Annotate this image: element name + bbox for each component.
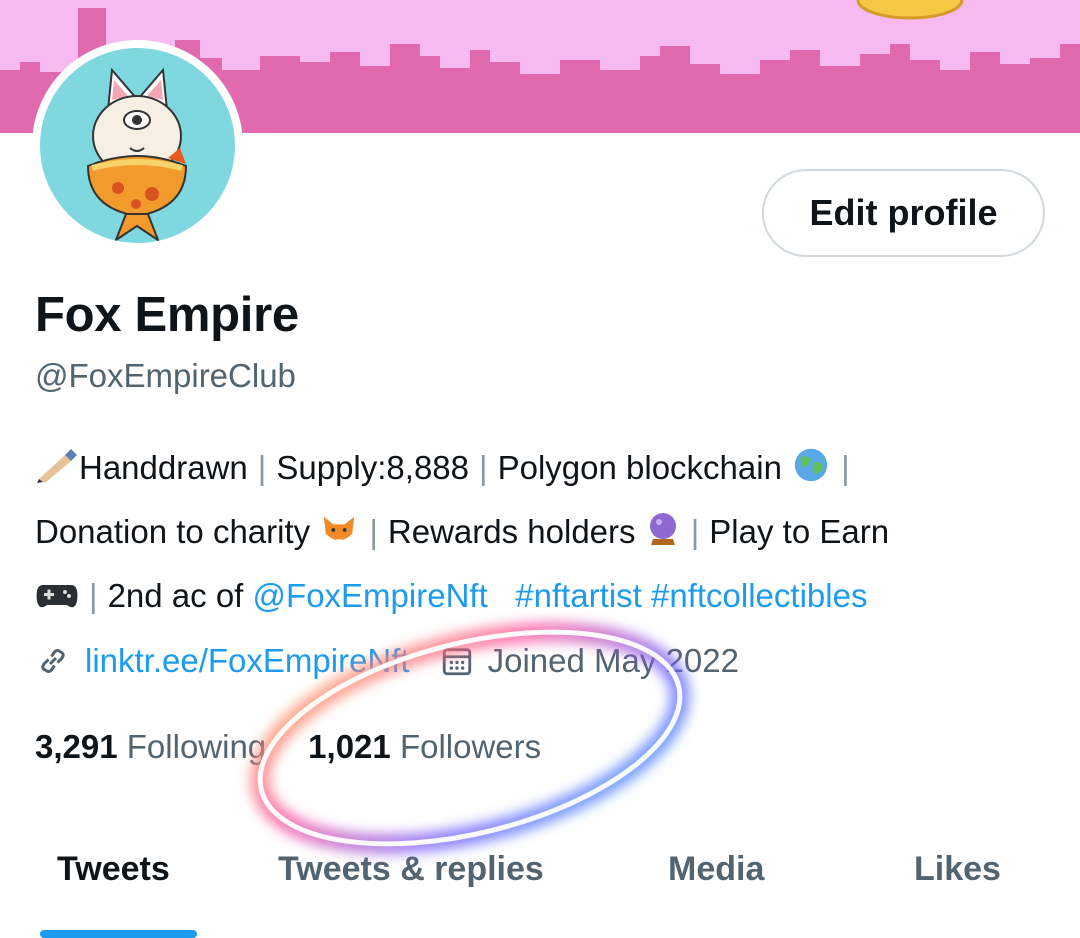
profile-bio: Handdrawn | Supply:8,888 | Polygon blockchai… bbox=[35, 438, 1055, 630]
calendar-icon bbox=[440, 644, 474, 678]
fox-emoji-icon bbox=[319, 506, 359, 566]
bio-separator: | bbox=[841, 449, 850, 486]
bio-line-1: Handdrawn | Supply:8,888 | Polygon blockchai… bbox=[35, 438, 1055, 502]
bio-separator: | bbox=[479, 449, 488, 486]
bio-donation: Donation to charity bbox=[35, 513, 311, 550]
followers-link[interactable]: 1,021 Followers bbox=[308, 728, 541, 765]
bio-separator: | bbox=[89, 577, 98, 614]
following-count: 3,291 bbox=[35, 728, 118, 765]
edit-profile-button[interactable]: Edit profile bbox=[762, 169, 1045, 257]
bio-play-to-earn: Play to Earn bbox=[709, 513, 890, 550]
bio-separator: | bbox=[690, 513, 700, 550]
bio-supply: Supply:8,888 bbox=[276, 449, 470, 486]
follow-stats: 3,291 Following 1,021 Followers bbox=[35, 728, 541, 766]
joined-date: Joined May 2022 bbox=[487, 642, 739, 679]
profile-meta: linktr.ee/FoxEmpireNft Joined May 2022 bbox=[35, 642, 739, 680]
bio-line-3: | 2nd ac of @FoxEmpireNft #nftartist #nft… bbox=[35, 566, 1055, 630]
bio-second-account: 2nd ac of bbox=[107, 577, 253, 614]
profile-website-link[interactable]: linktr.ee/FoxEmpireNft bbox=[85, 642, 410, 680]
followers-label: Followers bbox=[399, 728, 542, 765]
bio-line-2: Donation to charity | Rewards holders | Pl… bbox=[35, 502, 1055, 566]
bio-polygon: Polygon blockchain bbox=[497, 449, 782, 486]
crystal-ball-emoji-icon bbox=[645, 506, 681, 566]
tab-tweets[interactable]: Tweets bbox=[57, 850, 170, 889]
profile-handle: @FoxEmpireClub bbox=[35, 357, 296, 394]
tab-likes[interactable]: Likes bbox=[914, 850, 1001, 889]
bio-handdrawn: Handdrawn bbox=[79, 449, 248, 486]
active-tab-indicator bbox=[40, 930, 197, 938]
bio-mention-link[interactable]: @FoxEmpireNft bbox=[253, 577, 488, 614]
bio-hashtag-nftartist[interactable]: #nftartist bbox=[515, 577, 642, 614]
gamepad-emoji-icon bbox=[35, 570, 79, 630]
pen-emoji-icon bbox=[35, 442, 79, 502]
following-label: Following bbox=[126, 728, 267, 765]
link-icon bbox=[35, 643, 71, 679]
bio-separator: | bbox=[257, 449, 267, 486]
profile-tabs: Tweets Tweets & replies Media Likes bbox=[0, 850, 1080, 938]
bio-separator: | bbox=[369, 513, 378, 550]
following-link[interactable]: 3,291 Following bbox=[35, 728, 266, 765]
tab-media[interactable]: Media bbox=[668, 850, 764, 889]
bio-rewards: Rewards holders bbox=[387, 513, 636, 550]
globe-emoji-icon bbox=[791, 442, 831, 502]
profile-avatar[interactable] bbox=[32, 40, 243, 251]
followers-count: 1,021 bbox=[308, 728, 391, 765]
tab-tweets-replies[interactable]: Tweets & replies bbox=[278, 850, 544, 889]
profile-name: Fox Empire bbox=[35, 288, 299, 342]
avatar-image bbox=[40, 48, 235, 243]
bio-hashtag-nftcollectibles[interactable]: #nftcollectibles bbox=[651, 577, 867, 614]
